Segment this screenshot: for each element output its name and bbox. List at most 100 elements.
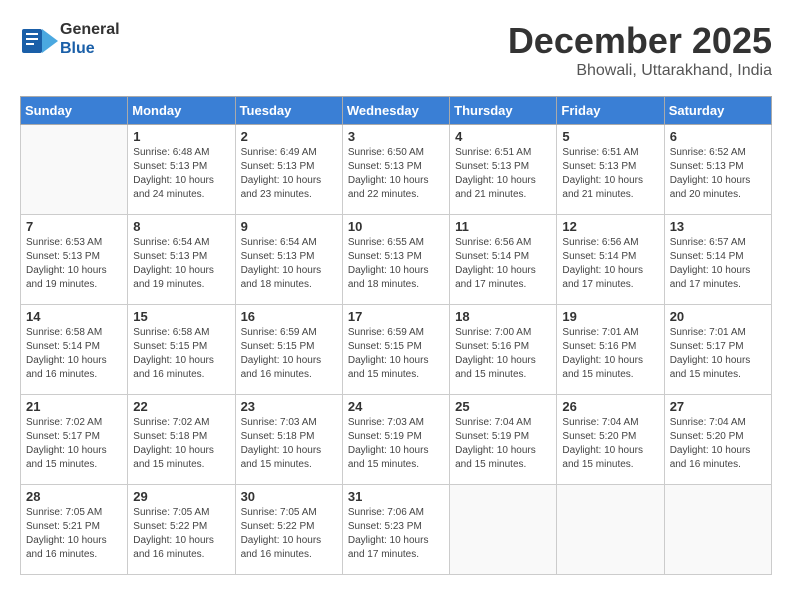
weekday-header: Thursday: [450, 97, 557, 125]
day-number: 23: [241, 399, 337, 414]
day-info: Sunrise: 6:52 AMSunset: 5:13 PMDaylight:…: [670, 146, 766, 202]
weekday-header: Sunday: [21, 97, 128, 125]
logo-text: General Blue: [60, 20, 120, 58]
month-title: December 2025: [508, 20, 772, 62]
calendar-header-row: SundayMondayTuesdayWednesdayThursdayFrid…: [21, 97, 772, 125]
calendar-week-row: 21 Sunrise: 7:02 AMSunset: 5:17 PMDayligh…: [21, 395, 772, 485]
day-number: 21: [26, 399, 122, 414]
calendar-cell: 31 Sunrise: 7:06 AMSunset: 5:23 PMDayligh…: [342, 485, 449, 575]
day-info: Sunrise: 6:50 AMSunset: 5:13 PMDaylight:…: [348, 146, 444, 202]
day-number: 20: [670, 309, 766, 324]
day-number: 15: [133, 309, 229, 324]
calendar-cell: 30Sunrise: 7:05 AMSunset: 5:22 PMDayligh…: [235, 485, 342, 575]
day-info: Sunrise: 6:54 AMSunset: 5:13 PMDaylight:…: [133, 236, 229, 292]
day-number: 16: [241, 309, 337, 324]
title-area: December 2025 Bhowali, Uttarakhand, Indi…: [508, 20, 772, 80]
day-info: Sunrise: 7:04 AMSunset: 5:20 PMDaylight:…: [562, 416, 658, 472]
calendar-week-row: 14 Sunrise: 6:58 AMSunset: 5:14 PMDayligh…: [21, 305, 772, 395]
day-info: Sunrise: 7:04 AMSunset: 5:19 PMDaylight:…: [455, 416, 551, 472]
day-info: Sunrise: 6:53 AMSunset: 5:13 PMDaylight:…: [26, 236, 122, 292]
calendar-cell: 5Sunrise: 6:51 AMSunset: 5:13 PMDaylight…: [557, 125, 664, 215]
location-subtitle: Bhowali, Uttarakhand, India: [508, 62, 772, 80]
calendar-cell: 12 Sunrise: 6:56 AMSunset: 5:14 PMDayligh…: [557, 215, 664, 305]
day-number: 6: [670, 129, 766, 144]
calendar-table: SundayMondayTuesdayWednesdayThursdayFrid…: [20, 96, 772, 575]
day-info: Sunrise: 6:58 AMSunset: 5:15 PMDaylight:…: [133, 326, 229, 382]
day-info: Sunrise: 7:02 AMSunset: 5:18 PMDaylight:…: [133, 416, 229, 472]
day-number: 28: [26, 489, 122, 504]
calendar-cell: 26 Sunrise: 7:04 AMSunset: 5:20 PMDayligh…: [557, 395, 664, 485]
day-number: 27: [670, 399, 766, 414]
weekday-header: Saturday: [664, 97, 771, 125]
calendar-week-row: 28 Sunrise: 7:05 AMSunset: 5:21 PMDayligh…: [21, 485, 772, 575]
calendar-cell: 6 Sunrise: 6:52 AMSunset: 5:13 PMDaylight…: [664, 125, 771, 215]
day-number: 25: [455, 399, 551, 414]
day-info: Sunrise: 6:51 AMSunset: 5:13 PMDaylight:…: [562, 146, 658, 202]
calendar-cell: 7 Sunrise: 6:53 AMSunset: 5:13 PMDaylight…: [21, 215, 128, 305]
day-number: 1: [133, 129, 229, 144]
day-info: Sunrise: 7:01 AMSunset: 5:16 PMDaylight:…: [562, 326, 658, 382]
calendar-cell: 20 Sunrise: 7:01 AMSunset: 5:17 PMDayligh…: [664, 305, 771, 395]
calendar-cell: 10 Sunrise: 6:55 AMSunset: 5:13 PMDayligh…: [342, 215, 449, 305]
day-info: Sunrise: 6:49 AMSunset: 5:13 PMDaylight:…: [241, 146, 337, 202]
calendar-cell: 21 Sunrise: 7:02 AMSunset: 5:17 PMDayligh…: [21, 395, 128, 485]
header: General Blue December 2025 Bhowali, Utta…: [20, 20, 772, 80]
calendar-week-row: 7 Sunrise: 6:53 AMSunset: 5:13 PMDaylight…: [21, 215, 772, 305]
calendar-cell: 29Sunrise: 7:05 AMSunset: 5:22 PMDayligh…: [128, 485, 235, 575]
day-number: 3: [348, 129, 444, 144]
day-info: Sunrise: 7:02 AMSunset: 5:17 PMDaylight:…: [26, 416, 122, 472]
day-info: Sunrise: 6:59 AMSunset: 5:15 PMDaylight:…: [348, 326, 444, 382]
weekday-header: Monday: [128, 97, 235, 125]
calendar-cell: [557, 485, 664, 575]
day-info: Sunrise: 6:56 AMSunset: 5:14 PMDaylight:…: [562, 236, 658, 292]
calendar-cell: 11Sunrise: 6:56 AMSunset: 5:14 PMDayligh…: [450, 215, 557, 305]
logo-icon: [20, 21, 56, 57]
calendar-cell: 14 Sunrise: 6:58 AMSunset: 5:14 PMDayligh…: [21, 305, 128, 395]
day-number: 14: [26, 309, 122, 324]
day-number: 10: [348, 219, 444, 234]
calendar-cell: 9 Sunrise: 6:54 AMSunset: 5:13 PMDaylight…: [235, 215, 342, 305]
day-number: 31: [348, 489, 444, 504]
calendar-cell: [21, 125, 128, 215]
day-number: 13: [670, 219, 766, 234]
day-number: 30: [241, 489, 337, 504]
calendar-cell: 23 Sunrise: 7:03 AMSunset: 5:18 PMDayligh…: [235, 395, 342, 485]
day-info: Sunrise: 7:05 AMSunset: 5:21 PMDaylight:…: [26, 506, 122, 562]
day-info: Sunrise: 7:06 AMSunset: 5:23 PMDaylight:…: [348, 506, 444, 562]
day-number: 22: [133, 399, 229, 414]
day-info: Sunrise: 6:51 AMSunset: 5:13 PMDaylight:…: [455, 146, 551, 202]
day-number: 12: [562, 219, 658, 234]
day-number: 9: [241, 219, 337, 234]
logo-blue: Blue: [60, 39, 120, 58]
calendar-cell: 2Sunrise: 6:49 AMSunset: 5:13 PMDaylight…: [235, 125, 342, 215]
calendar-cell: 8 Sunrise: 6:54 AMSunset: 5:13 PMDaylight…: [128, 215, 235, 305]
weekday-header: Tuesday: [235, 97, 342, 125]
day-info: Sunrise: 6:54 AMSunset: 5:13 PMDaylight:…: [241, 236, 337, 292]
calendar-cell: 3 Sunrise: 6:50 AMSunset: 5:13 PMDaylight…: [342, 125, 449, 215]
day-info: Sunrise: 6:57 AMSunset: 5:14 PMDaylight:…: [670, 236, 766, 292]
calendar-cell: 1 Sunrise: 6:48 AMSunset: 5:13 PMDaylight…: [128, 125, 235, 215]
calendar-cell: 28 Sunrise: 7:05 AMSunset: 5:21 PMDayligh…: [21, 485, 128, 575]
calendar-cell: 16Sunrise: 6:59 AMSunset: 5:15 PMDayligh…: [235, 305, 342, 395]
day-number: 26: [562, 399, 658, 414]
logo: General Blue: [20, 20, 120, 58]
calendar-cell: 17Sunrise: 6:59 AMSunset: 5:15 PMDayligh…: [342, 305, 449, 395]
day-number: 29: [133, 489, 229, 504]
calendar-cell: 25 Sunrise: 7:04 AMSunset: 5:19 PMDayligh…: [450, 395, 557, 485]
day-info: Sunrise: 6:55 AMSunset: 5:13 PMDaylight:…: [348, 236, 444, 292]
day-info: Sunrise: 7:01 AMSunset: 5:17 PMDaylight:…: [670, 326, 766, 382]
day-number: 18: [455, 309, 551, 324]
day-info: Sunrise: 7:03 AMSunset: 5:18 PMDaylight:…: [241, 416, 337, 472]
day-number: 7: [26, 219, 122, 234]
calendar-cell: 13 Sunrise: 6:57 AMSunset: 5:14 PMDayligh…: [664, 215, 771, 305]
day-number: 8: [133, 219, 229, 234]
calendar-cell: 19Sunrise: 7:01 AMSunset: 5:16 PMDayligh…: [557, 305, 664, 395]
calendar-cell: [664, 485, 771, 575]
day-info: Sunrise: 6:58 AMSunset: 5:14 PMDaylight:…: [26, 326, 122, 382]
day-info: Sunrise: 6:48 AMSunset: 5:13 PMDaylight:…: [133, 146, 229, 202]
day-number: 4: [455, 129, 551, 144]
calendar-cell: 27Sunrise: 7:04 AMSunset: 5:20 PMDayligh…: [664, 395, 771, 485]
calendar-cell: 24Sunrise: 7:03 AMSunset: 5:19 PMDayligh…: [342, 395, 449, 485]
calendar-cell: [450, 485, 557, 575]
day-info: Sunrise: 7:00 AMSunset: 5:16 PMDaylight:…: [455, 326, 551, 382]
